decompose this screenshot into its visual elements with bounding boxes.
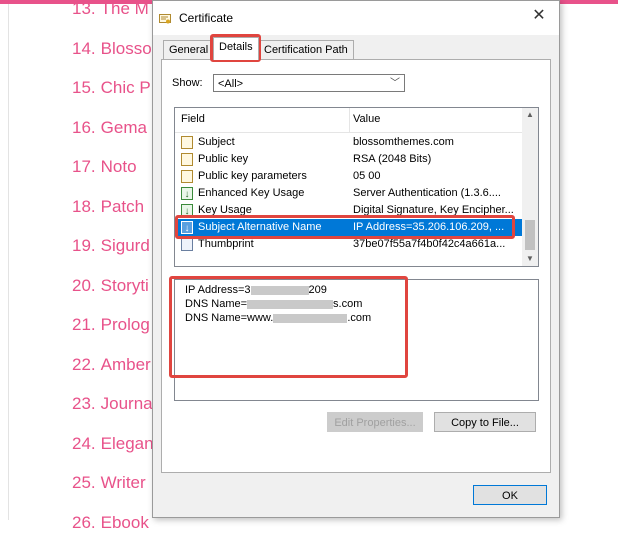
field-detail-textbox[interactable]: IP Address=3209 DNS Name=s.com DNS Name=… [174,279,539,401]
list-item[interactable]: 23.Journa [72,393,154,433]
scrollbar-thumb[interactable] [525,220,535,250]
table-row-selected[interactable]: ↓ Subject Alternative Name IP Address=35… [175,219,522,236]
detail-line-dns-2: DNS Name=www..com [185,312,371,324]
background-theme-list: 13.The M 14.Blosso 15.Chic P 16.Gema 17.… [72,0,154,551]
show-select-value: <All> [218,78,243,90]
list-item[interactable]: 18.Patch [72,196,154,236]
certificate-dialog: Certificate ✕ General Details Certificat… [152,0,560,518]
table-row[interactable]: Public key parameters 05 00 [175,168,522,185]
tab-general[interactable]: General [163,40,214,59]
detail-line-dns-1: DNS Name=s.com [185,298,362,310]
list-item[interactable]: 17.Noto [72,156,154,196]
list-item[interactable]: 14.Blosso [72,38,154,78]
fields-listview[interactable]: Field Value Subject blossomthemes.com Pu… [174,107,539,267]
details-panel: Show: <All> ﹀ Field Value Subject blosso… [161,59,551,473]
redacted-text [251,286,309,295]
certificate-field-icon [181,136,193,149]
column-divider[interactable] [349,108,350,132]
scroll-up-arrow-icon[interactable]: ▲ [522,108,538,122]
listview-header: Field Value [175,108,522,133]
list-item[interactable]: 21.Prolog [72,314,154,354]
list-item[interactable]: 25.Writer [72,472,154,512]
redacted-text [247,300,333,309]
certificate-icon [159,13,171,25]
certificate-field-icon [181,153,193,166]
show-label: Show: [172,77,203,89]
detail-line-ip: IP Address=3209 [185,284,327,296]
table-row[interactable]: Public key RSA (2048 Bits) [175,151,522,168]
table-row[interactable]: ↓ Key Usage Digital Signature, Key Encip… [175,202,522,219]
dialog-titlebar[interactable]: Certificate ✕ [153,1,559,35]
table-row[interactable]: Subject blossomthemes.com [175,134,522,151]
fields-rows: Subject blossomthemes.com Public key RSA… [175,134,522,253]
tab-details[interactable]: Details [213,37,259,60]
close-button[interactable]: ✕ [519,1,559,31]
property-field-icon [181,238,193,251]
certificate-field-icon [181,170,193,183]
close-icon: ✕ [532,7,545,24]
list-item[interactable]: 22.Amber [72,354,154,394]
list-item[interactable]: 20.Storyti [72,275,154,315]
list-item[interactable]: 16.Gema [72,117,154,157]
scroll-down-arrow-icon[interactable]: ▼ [522,252,538,266]
dialog-title: Certificate [179,11,233,25]
column-header-field[interactable]: Field [181,113,205,125]
page-left-border [8,4,9,520]
tab-certification-path[interactable]: Certification Path [258,40,354,59]
list-item[interactable]: 15.Chic P [72,77,154,117]
ok-button[interactable]: OK [473,485,547,505]
copy-to-file-button[interactable]: Copy to File... [434,412,536,432]
extension-field-icon: ↓ [181,221,193,234]
list-item[interactable]: 13.The M [72,0,154,38]
chevron-down-icon: ﹀ [390,75,400,93]
edit-properties-button[interactable]: Edit Properties... [327,412,423,432]
table-row[interactable]: ↓ Enhanced Key Usage Server Authenticati… [175,185,522,202]
show-select[interactable]: <All> ﹀ [213,74,405,92]
list-item[interactable]: 26.Ebook [72,512,154,551]
column-header-value[interactable]: Value [353,113,380,125]
list-item[interactable]: 24.Elegan [72,433,154,473]
extension-field-icon: ↓ [181,187,193,200]
list-item[interactable]: 19.Sigurd [72,235,154,275]
extension-field-icon: ↓ [181,204,193,217]
vertical-scrollbar[interactable]: ▲ ▼ [522,108,538,266]
table-row[interactable]: Thumbprint 37be07f55a7f4b0f42c4a661a... [175,236,522,253]
redacted-text [273,314,347,323]
